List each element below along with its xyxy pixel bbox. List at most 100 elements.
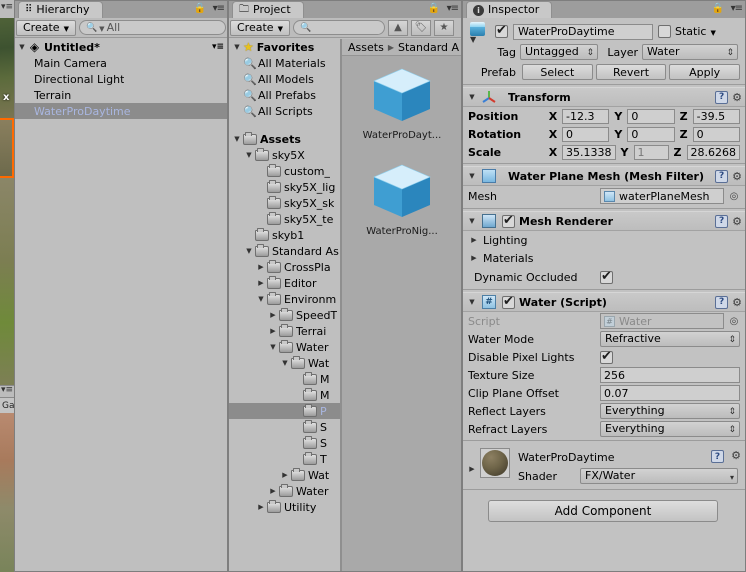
project-lock-icon[interactable]: 🔒 xyxy=(428,3,440,14)
tab-inspector[interactable]: i Inspector xyxy=(466,1,553,18)
help-icon[interactable]: ? xyxy=(715,295,729,309)
project-tree-item[interactable]: ▶M xyxy=(229,387,340,403)
scene-context-menu-icon[interactable]: ▾≡ xyxy=(212,42,228,52)
chevron-down-icon[interactable]: ▼ xyxy=(16,43,28,51)
project-tree-item[interactable]: ▶ Terrai xyxy=(229,323,340,339)
project-tree-item[interactable]: ▶ Wat xyxy=(229,467,340,483)
game-view-tab[interactable]: Ga xyxy=(0,397,14,413)
project-tree-item[interactable]: ▶ CrossPla xyxy=(229,259,340,275)
layer-dropdown[interactable]: Water xyxy=(642,44,738,60)
gear-icon[interactable]: ⚙ xyxy=(732,91,742,104)
transform-position-y[interactable]: 0 xyxy=(627,108,675,124)
transform-rotation-y[interactable]: 0 xyxy=(627,126,675,142)
project-tree-item[interactable]: ▶P xyxy=(229,403,340,419)
mesh-renderer-component-header[interactable]: ▼ Mesh Renderer ? ⚙ xyxy=(462,211,746,231)
refract-layers-dropdown[interactable]: Everything xyxy=(600,421,740,437)
mesh-picker-icon[interactable]: ◎ xyxy=(728,191,740,202)
help-icon[interactable]: ? xyxy=(715,90,729,104)
inspector-lock-icon[interactable]: 🔒 xyxy=(712,3,724,14)
transform-scale-y[interactable]: 1 xyxy=(633,144,669,160)
project-tree-item[interactable]: ▼ sky5X xyxy=(229,147,340,163)
hierarchy-create-button[interactable]: Create ▼ xyxy=(16,19,76,36)
transform-scale-z[interactable]: 28.6268 xyxy=(686,144,740,160)
project-tree-item[interactable]: ▶custom_ xyxy=(229,163,340,179)
project-tree-item[interactable]: ▶T xyxy=(229,451,340,467)
project-tree-item[interactable]: ▶S xyxy=(229,435,340,451)
chevron-right-icon[interactable]: ▶ xyxy=(466,465,478,473)
hierarchy-scene-row[interactable]: ▼ ◈ Untitled* ▾≡ xyxy=(14,39,228,55)
chevron-right-icon[interactable]: ▶ xyxy=(267,311,279,319)
mesh-object-field[interactable]: waterPlaneMesh xyxy=(600,188,724,204)
water-mode-dropdown[interactable]: Refractive xyxy=(600,331,740,347)
gear-icon[interactable]: ⚙ xyxy=(731,449,741,462)
mesh-filter-component-header[interactable]: ▼ Water Plane Mesh (Mesh Filter) ? ⚙ xyxy=(462,166,746,186)
hierarchy-menu-icon[interactable]: ▾≡ xyxy=(213,3,225,14)
chevron-right-icon[interactable]: ▶ xyxy=(279,471,291,479)
help-icon[interactable]: ? xyxy=(711,450,724,463)
breadcrumb[interactable]: Assets ▶ Standard A xyxy=(342,39,461,56)
project-search-input[interactable]: 🔍 xyxy=(292,20,385,35)
clip-plane-offset-input[interactable]: 0.07 xyxy=(600,385,740,401)
prefab-apply-button[interactable]: Apply xyxy=(669,64,741,80)
project-create-button[interactable]: Create ▼ xyxy=(230,19,290,36)
project-tree-item[interactable]: ▼ Standard As xyxy=(229,243,340,259)
project-tree-item[interactable]: ▼ Assets xyxy=(229,131,340,147)
project-favorite-item[interactable]: 🔍 All Models xyxy=(229,71,340,87)
tag-dropdown[interactable]: Untagged xyxy=(520,44,598,60)
project-tree-item[interactable]: ▶ Utility xyxy=(229,499,340,515)
chevron-down-icon[interactable]: ▼ xyxy=(466,217,478,225)
chevron-down-icon[interactable]: ▼ xyxy=(466,298,478,306)
chevron-down-icon[interactable]: ▼ xyxy=(255,295,267,303)
mesh-renderer-enabled-checkbox[interactable] xyxy=(502,213,515,228)
static-dropdown-icon[interactable]: ▼ xyxy=(710,29,715,37)
chevron-down-icon[interactable]: ▼ xyxy=(243,151,255,159)
chevron-right-icon[interactable]: ▶ xyxy=(267,327,279,335)
filter-by-type-icon[interactable]: ▲ xyxy=(387,19,408,36)
chevron-right-icon[interactable]: ▶ xyxy=(468,254,480,262)
chevron-right-icon[interactable]: ▶ xyxy=(255,503,267,511)
hierarchy-tree[interactable]: ▼ ◈ Untitled* ▾≡ ▶Main Camera▶Directiona… xyxy=(14,39,228,572)
hierarchy-item[interactable]: ▶Main Camera xyxy=(14,55,228,71)
filter-by-label-icon[interactable]: 🏷 xyxy=(410,19,431,36)
texture-size-input[interactable]: 256 xyxy=(600,367,740,383)
project-favorite-item[interactable]: 🔍 All Materials xyxy=(229,55,340,71)
transform-scale-x[interactable]: 35.1338 xyxy=(562,144,616,160)
project-tree-item[interactable]: ▶S xyxy=(229,419,340,435)
chevron-down-icon[interactable]: ▼ xyxy=(466,93,478,101)
gear-icon[interactable]: ⚙ xyxy=(732,296,742,309)
reflect-layers-dropdown[interactable]: Everything xyxy=(600,403,740,419)
favorite-star-icon[interactable]: ★ xyxy=(433,19,454,36)
project-tree-item[interactable]: ▼ Environm xyxy=(229,291,340,307)
add-component-button[interactable]: Add Component xyxy=(488,500,718,522)
project-tree-item[interactable]: ▶sky5X_te xyxy=(229,211,340,227)
chevron-right-icon[interactable]: ▶ xyxy=(255,263,267,271)
tab-project[interactable]: 🗀 Project xyxy=(232,1,304,18)
prefab-revert-button[interactable]: Revert xyxy=(595,64,667,80)
breadcrumb-item-0[interactable]: Assets xyxy=(348,41,384,54)
project-favorite-item[interactable]: 🔍 All Prefabs xyxy=(229,87,340,103)
water-script-component-header[interactable]: ▼ # Water (Script) ? ⚙ xyxy=(462,292,746,312)
project-menu-icon[interactable]: ▾≡ xyxy=(447,3,459,14)
gameobject-enabled-checkbox[interactable] xyxy=(495,23,508,38)
transform-position-z[interactable]: -39.5 xyxy=(692,108,740,124)
materials-foldout[interactable]: ▶ Materials xyxy=(462,249,746,267)
hierarchy-item[interactable]: ▶Terrain xyxy=(14,87,228,103)
project-tree-item[interactable]: ▶skyb1 xyxy=(229,227,340,243)
water-script-enabled-checkbox[interactable] xyxy=(502,294,515,309)
shader-dropdown[interactable]: FX/Water xyxy=(580,468,738,485)
scene-view-menu-icon[interactable]: ▾≡ xyxy=(1,2,13,12)
chevron-down-icon[interactable]: ▼ xyxy=(231,43,243,51)
project-tree-item[interactable]: ▶ Water xyxy=(229,483,340,499)
chevron-down-icon[interactable]: ▼ xyxy=(279,359,291,367)
chevron-right-icon[interactable]: ▶ xyxy=(468,236,480,244)
dynamic-occluded-checkbox[interactable] xyxy=(600,269,613,284)
disable-pixel-lights-checkbox[interactable] xyxy=(600,349,613,364)
scene-view-sliver[interactable]: ▾≡ x ▾≡ Ga xyxy=(0,0,14,572)
project-tree-item[interactable]: ▼ Water xyxy=(229,339,340,355)
chevron-right-icon[interactable]: ▶ xyxy=(255,279,267,287)
transform-rotation-z[interactable]: 0 xyxy=(692,126,740,142)
project-favorite-item[interactable]: 🔍 All Scripts xyxy=(229,103,340,119)
hierarchy-search-input[interactable]: 🔍 ▼ All xyxy=(78,20,226,35)
project-browser-column[interactable]: Assets ▶ Standard A WaterProDayt... Water… xyxy=(342,39,461,571)
gameobject-prefab-icon[interactable]: ▼ xyxy=(468,21,490,44)
